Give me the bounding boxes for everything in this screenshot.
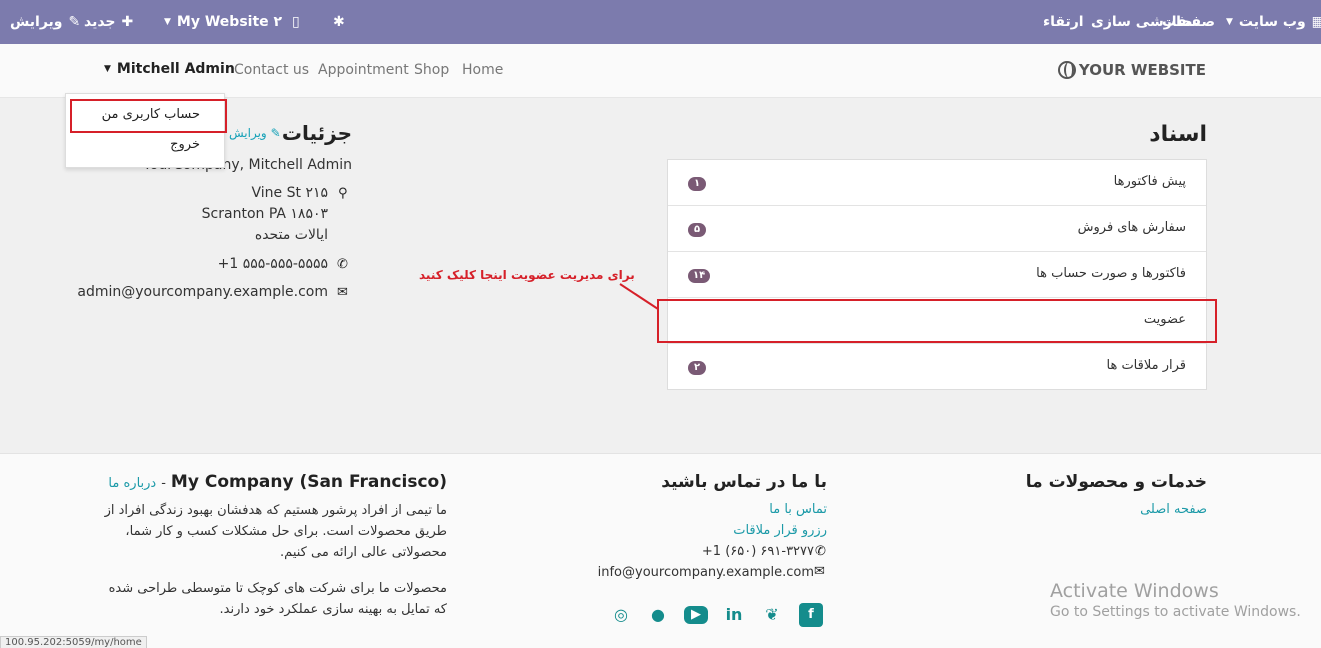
bug-icon: ✱ [333, 14, 345, 30]
footer-contact-link[interactable]: تماس با ما [769, 502, 827, 517]
user-name: Mitchell Admin [116, 61, 235, 77]
edit-details-label: ویرایش [229, 126, 267, 140]
instagram-icon[interactable]: ◎ [609, 603, 633, 627]
annotation-text: برای مدیریت عضویت اینجا کلیک کنید [419, 268, 635, 282]
pages-menu[interactable]: صفحات [1162, 0, 1215, 44]
footer-about-paragraph-2: محصولات ما برای شرکت های کوچک تا متوسطی … [108, 581, 447, 617]
nav-contact-us[interactable]: Contact us [234, 62, 309, 78]
address-line-1: Vine St ۲۱۵ [251, 185, 328, 201]
chevron-down-icon: ▼ [104, 64, 111, 74]
mobile-preview-button[interactable]: ▯ [292, 0, 300, 44]
documents-list: پیش فاکتورها ۱ سفارش های فروش ۵ فاکتورها… [667, 159, 1207, 390]
upgrade-button[interactable]: ارتقاء [1043, 0, 1084, 44]
footer-company-title: My Company (San Francisco) [170, 472, 447, 492]
phone-icon: ✆ [815, 544, 826, 559]
list-item-label: فاکتورها و صورت حساب ها [1036, 266, 1186, 281]
annotation-arrow [619, 283, 659, 310]
count-badge: ۵ [688, 223, 706, 237]
website-switcher[interactable]: ▼ My Website ۲ [164, 0, 282, 44]
list-item-appointments[interactable]: قرار ملاقات ها ۲ [668, 344, 1206, 390]
edit-button[interactable]: ویرایش ✎ [10, 0, 80, 44]
windows-activation-subtitle: Go to Settings to activate Windows. [1050, 604, 1301, 620]
windows-activation-title: Activate Windows [1050, 580, 1219, 602]
linkedin-icon[interactable]: in [722, 603, 746, 627]
address-line-2: Scranton PA ۱۸۵۰۳ [201, 206, 328, 222]
envelope-icon: ✉ [814, 564, 825, 579]
admin-topbar: ویرایش ✎ جدید ✚ ▼ My Website ۲ ▯ ✱ ارتقا… [0, 0, 1321, 44]
footer-about-paragraph-1: ما تیمی از افراد پرشور هستیم که هدفشان ب… [104, 503, 447, 560]
site-logo[interactable]: YOUR WEBSITE [1057, 61, 1206, 79]
count-badge: ۱ [688, 177, 706, 191]
pencil-icon: ✎ [270, 126, 281, 140]
list-item-invoices[interactable]: فاکتورها و صورت حساب ها ۱۴ [668, 252, 1206, 298]
edit-label: ویرایش [10, 14, 63, 30]
list-item-sales-orders[interactable]: سفارش های فروش ۵ [668, 206, 1206, 252]
plus-icon: ✚ [121, 14, 134, 30]
nav-shop[interactable]: Shop [414, 62, 449, 78]
website-menu[interactable]: ▼ وب سایت ▦ [1226, 0, 1321, 44]
facebook-icon[interactable]: f [799, 603, 823, 627]
count-badge: ۱۴ [688, 269, 711, 283]
github-icon[interactable]: ● [646, 603, 670, 627]
footer-services-title: خدمات و محصولات ما [1025, 472, 1207, 492]
status-url: 100.95.202:5059/my/home [0, 636, 147, 648]
edit-details-link[interactable]: ویرایش ✎ [229, 126, 281, 140]
upgrade-label: ارتقاء [1043, 14, 1084, 30]
mobile-icon: ▯ [292, 14, 300, 30]
user-menu[interactable]: ▼ Mitchell Admin [104, 61, 235, 77]
twitter-icon[interactable]: ❦ [760, 603, 784, 627]
list-item-quotations[interactable]: پیش فاکتورها ۱ [668, 160, 1206, 206]
pencil-icon: ✎ [68, 14, 81, 30]
chevron-down-icon: ▼ [164, 17, 171, 27]
membership-highlight [657, 299, 1217, 343]
new-button[interactable]: جدید ✚ [84, 0, 133, 44]
footer-company-heading: درباره ما - My Company (San Francisco) [108, 472, 447, 492]
details-title: جزئیات [281, 121, 352, 145]
nav-home[interactable]: Home [462, 62, 503, 78]
website-switcher-label: My Website ۲ [176, 14, 283, 30]
phone-number: +1 ۵۵۵-۵۵۵-۵۵۵۵ [217, 256, 328, 272]
chevron-down-icon: ▼ [1226, 17, 1233, 27]
footer-contact-title: با ما در تماس باشید [661, 472, 827, 492]
map-marker-icon: ⚲ [338, 186, 348, 201]
pages-label: صفحات [1162, 14, 1216, 30]
my-account-highlight [70, 99, 227, 133]
envelope-icon: ✉ [337, 285, 348, 300]
website-menu-label: وب سایت [1238, 14, 1306, 30]
footer-booking-link[interactable]: رزرو قرار ملاقات [733, 523, 827, 538]
globe-icon [1057, 61, 1076, 79]
logout-item[interactable]: خروج [170, 137, 200, 152]
nav-appointment[interactable]: Appointment [318, 62, 409, 78]
footer-home-link[interactable]: صفحه اصلی [1140, 502, 1207, 517]
heading-separator: - [161, 476, 166, 491]
footer-phone: +1 (۶۵۰) ۶۹۱-۳۲۷۷ [701, 544, 814, 559]
apps-grid-icon: ▦ [1311, 14, 1321, 30]
list-item-label: پیش فاکتورها [1113, 174, 1186, 189]
footer-email: info@yourcompany.example.com [597, 565, 814, 580]
list-item-label: سفارش های فروش [1077, 220, 1186, 235]
phone-icon: ✆ [337, 257, 348, 272]
documents-title: اسناد [1149, 122, 1207, 147]
email-address: admin@yourcompany.example.com [77, 284, 328, 300]
site-header: ▼ Mitchell Admin Contact us Appointment … [0, 44, 1321, 98]
new-label: جدید [84, 14, 116, 30]
address-country: ایالات متحده [254, 227, 328, 243]
logo-text: YOUR WEBSITE [1078, 61, 1206, 79]
debug-button[interactable]: ✱ [333, 0, 345, 44]
count-badge: ۲ [688, 361, 706, 375]
youtube-icon[interactable]: ▶ [684, 606, 708, 624]
list-item-label: قرار ملاقات ها [1106, 358, 1187, 373]
footer-about-link[interactable]: درباره ما [108, 476, 156, 491]
